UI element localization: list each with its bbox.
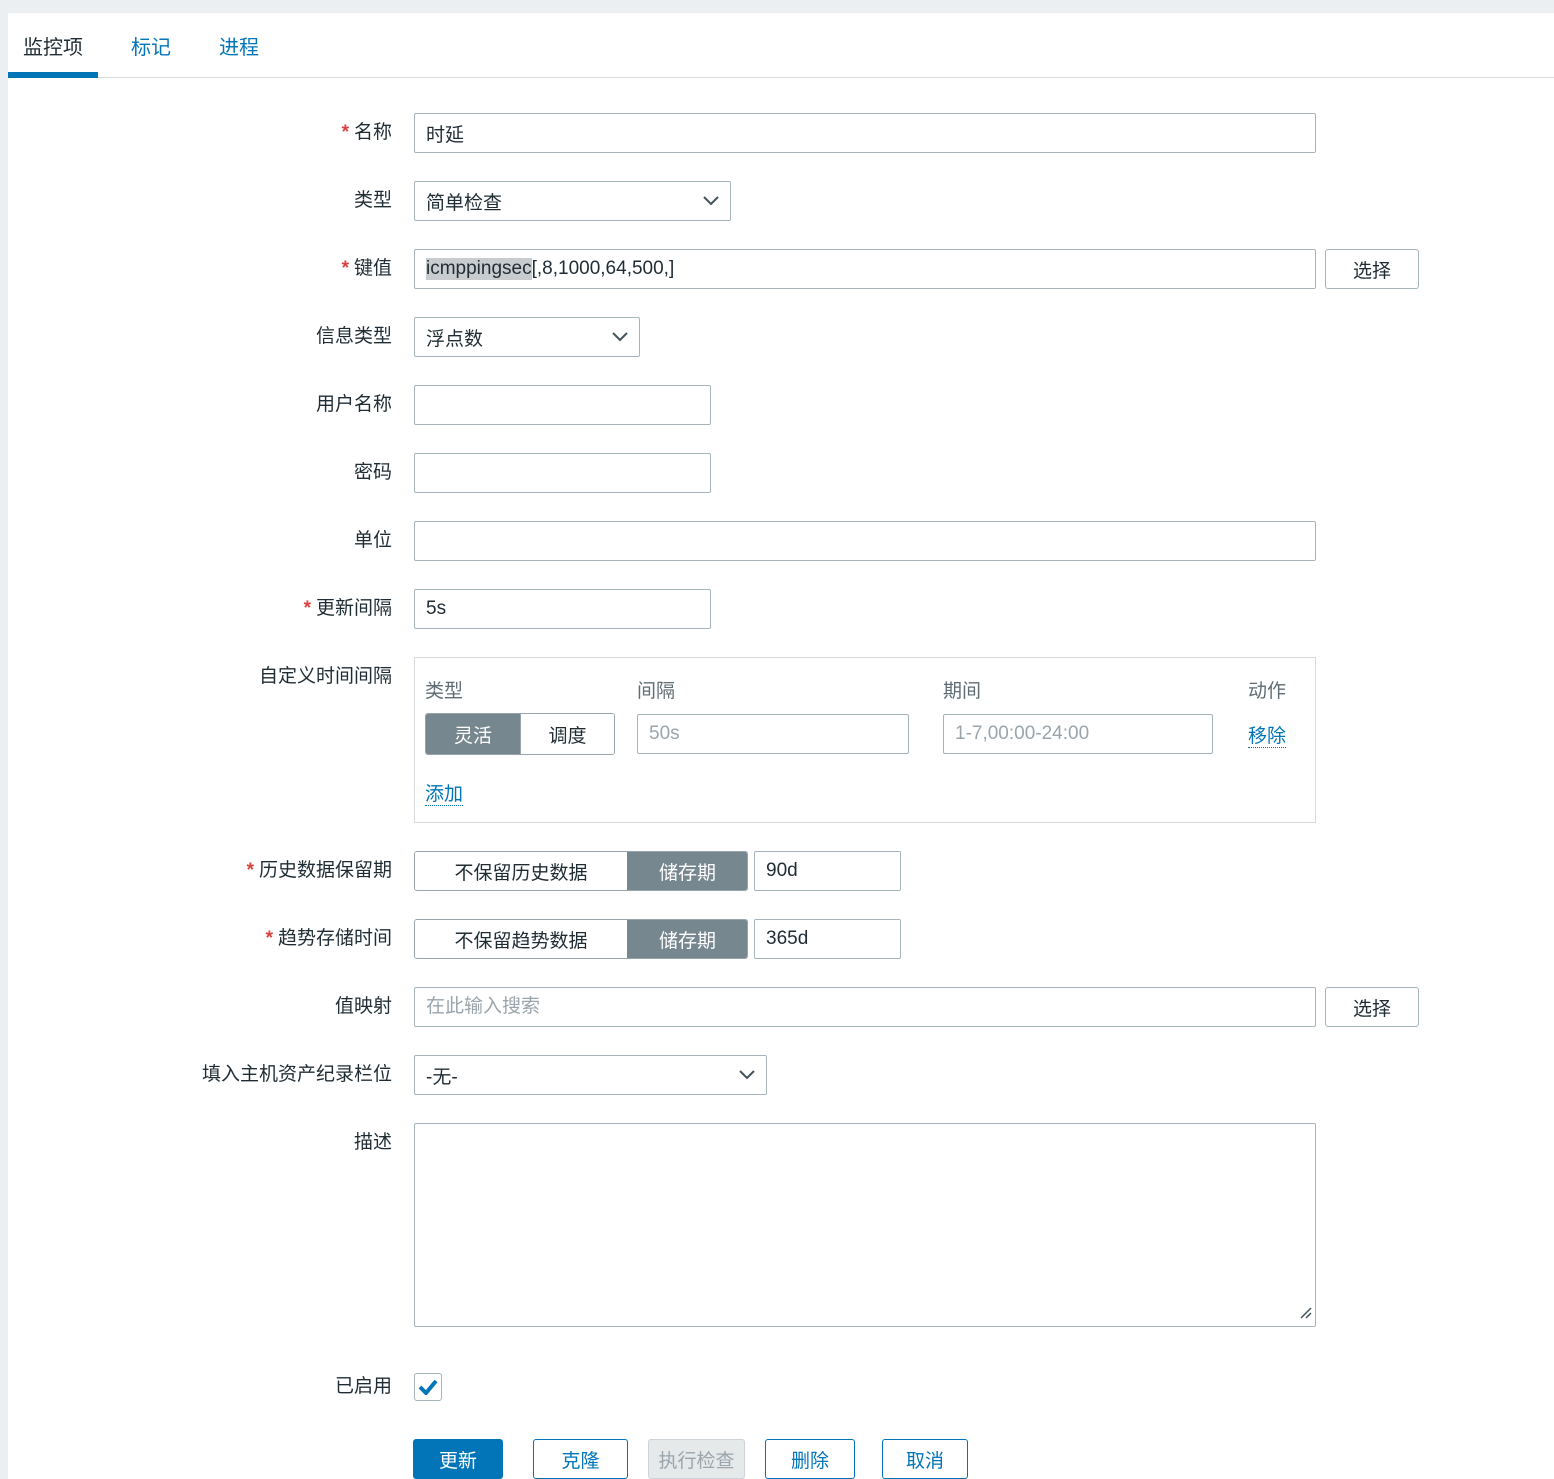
units-input[interactable]	[414, 521, 1316, 561]
item-form: *名称 类型 简单检查 *键值 icmppingsec[,8	[8, 78, 1554, 1479]
valuemap-input[interactable]	[414, 987, 1316, 1027]
row-key: * 键值 icmppingsec [,8,1000,64,500,] 选择	[8, 249, 1554, 289]
interval-type-flexible[interactable]: 灵活	[426, 714, 520, 754]
inventory-select-value: -无-	[426, 1066, 458, 1088]
type-select[interactable]: 简单检查	[414, 181, 731, 221]
info-type-select[interactable]: 浮点数	[414, 317, 640, 357]
units-label: 单位	[353, 530, 392, 551]
trends-off-option[interactable]: 不保留趋势数据	[415, 920, 627, 958]
required-asterisk: *	[265, 928, 273, 949]
chevron-down-icon	[703, 196, 719, 206]
row-description: 描述	[8, 1123, 1554, 1333]
row-valuemap: 值映射 选择	[8, 987, 1554, 1027]
interval-type-scheduling[interactable]: 调度	[520, 714, 614, 754]
interval-period-input[interactable]	[943, 714, 1213, 754]
description-textarea[interactable]	[414, 1123, 1316, 1327]
required-asterisk: *	[246, 860, 254, 881]
interval-remove-link[interactable]: 移除	[1248, 725, 1287, 748]
row-enabled: 已启用	[8, 1367, 1554, 1407]
description-label: 描述	[353, 1132, 392, 1153]
required-asterisk: *	[341, 122, 349, 143]
history-value-input[interactable]	[754, 851, 901, 891]
row-name: * 名称	[8, 113, 1554, 153]
row-units: 单位	[8, 521, 1554, 561]
inventory-select[interactable]: -无-	[414, 1055, 767, 1095]
required-asterisk: *	[341, 258, 349, 279]
row-trends: * 趋势存储时间 不保留趋势数据 储存期	[8, 919, 1554, 959]
row-info-type: 信息类型 浮点数	[8, 317, 1554, 357]
custom-intervals-label: 自定义时间间隔	[258, 666, 392, 687]
row-password: 密码	[8, 453, 1554, 493]
row-type: 类型 简单检查	[8, 181, 1554, 221]
enabled-label: 已启用	[334, 1376, 392, 1397]
username-input[interactable]	[414, 385, 711, 425]
row-username: 用户名称	[8, 385, 1554, 425]
update-button[interactable]: 更新	[413, 1439, 503, 1479]
interval-add-link[interactable]: 添加	[425, 784, 464, 806]
key-label: * 键值	[341, 258, 392, 279]
footer-buttons: 更新 克隆 执行检查 删除 取消	[413, 1439, 1554, 1479]
cancel-button[interactable]: 取消	[882, 1439, 968, 1479]
custom-interval-row: 灵活 调度 移除	[425, 713, 1315, 755]
update-interval-label: * 更新间隔	[303, 598, 392, 619]
key-rest-text: [,8,1000,64,500,]	[531, 258, 675, 279]
execute-now-button: 执行检查	[648, 1439, 745, 1479]
checkmark-icon	[418, 1379, 438, 1395]
username-label: 用户名称	[315, 394, 392, 415]
valuemap-select-button[interactable]: 选择	[1325, 987, 1419, 1027]
col-header-interval: 间隔	[637, 681, 676, 702]
trends-label: * 趋势存储时间	[265, 928, 392, 949]
row-custom-intervals: 自定义时间间隔 类型 间隔 期间 动作 灵活 调度 50s 1-7,00:00-…	[8, 657, 1554, 823]
row-inventory: 填入主机资产纪录栏位 -无-	[8, 1055, 1554, 1095]
col-header-action: 动作	[1248, 681, 1287, 702]
tab-tags[interactable]: 标记	[116, 13, 186, 77]
history-off-option[interactable]: 不保留历史数据	[415, 852, 627, 890]
type-label: 类型	[353, 190, 392, 211]
name-input[interactable]	[414, 113, 1316, 153]
password-label: 密码	[353, 462, 392, 483]
enabled-checkbox[interactable]	[414, 1373, 442, 1401]
trends-storage-option[interactable]: 储存期	[627, 920, 747, 958]
name-label: * 名称	[341, 122, 392, 143]
key-input[interactable]: icmppingsec [,8,1000,64,500,]	[414, 249, 1316, 289]
tab-bar: 监控项 标记 进程	[8, 13, 1554, 78]
interval-delay-input[interactable]	[637, 714, 909, 754]
trends-toggle: 不保留趋势数据 储存期	[414, 919, 748, 959]
chevron-down-icon	[739, 1070, 755, 1080]
tab-preprocessing[interactable]: 进程	[204, 13, 274, 77]
interval-type-toggle: 灵活 调度	[425, 713, 615, 755]
col-header-period: 期间	[943, 681, 982, 702]
required-asterisk: *	[303, 598, 311, 619]
type-select-value: 简单检查	[426, 192, 503, 214]
key-select-button[interactable]: 选择	[1325, 249, 1419, 289]
item-config-panel: 监控项 标记 进程 *名称 类型 简单检查 *键	[8, 13, 1554, 1479]
update-interval-input[interactable]	[414, 589, 711, 629]
chevron-down-icon	[612, 332, 628, 342]
tab-item[interactable]: 监控项	[8, 13, 98, 78]
info-type-select-value: 浮点数	[426, 328, 484, 350]
info-type-label: 信息类型	[315, 326, 392, 347]
row-update-interval: * 更新间隔	[8, 589, 1554, 629]
history-storage-option[interactable]: 储存期	[627, 852, 747, 890]
history-label: * 历史数据保留期	[246, 860, 392, 881]
delete-button[interactable]: 删除	[765, 1439, 855, 1479]
trends-value-input[interactable]	[754, 919, 901, 959]
col-header-type: 类型	[425, 681, 464, 702]
key-selected-text: icmppingsec	[426, 258, 532, 280]
inventory-label: 填入主机资产纪录栏位	[201, 1064, 392, 1085]
clone-button[interactable]: 克隆	[533, 1439, 628, 1479]
history-toggle: 不保留历史数据 储存期	[414, 851, 748, 891]
valuemap-label: 值映射	[334, 996, 392, 1017]
row-history: * 历史数据保留期 不保留历史数据 储存期	[8, 851, 1554, 891]
password-input[interactable]	[414, 453, 711, 493]
custom-intervals-box: 类型 间隔 期间 动作 灵活 调度 移除 添加	[414, 657, 1316, 823]
